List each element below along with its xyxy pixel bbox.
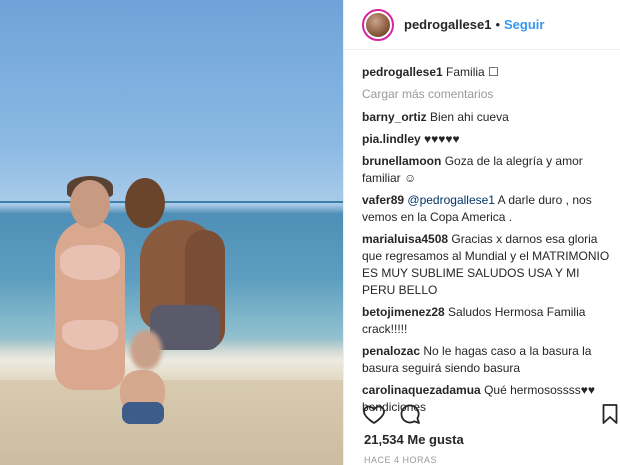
- child-shorts: [122, 402, 164, 424]
- man-head: [125, 178, 165, 228]
- post-header: pedrogallese1 • Seguir: [344, 0, 620, 50]
- caption-username[interactable]: pedrogallese1: [362, 65, 443, 79]
- comment-mention[interactable]: @pedrogallese1: [407, 193, 495, 207]
- comment-icon[interactable]: [398, 402, 422, 426]
- post-timestamp: HACE 4 HORAS: [364, 455, 438, 465]
- comment-item: vafer89 @pedrogallese1 A darle duro , no…: [362, 192, 612, 226]
- post-photo[interactable]: [0, 0, 343, 465]
- comment-item: barny_ortiz Bien ahi cueva: [362, 109, 612, 126]
- comment-item: pia.lindley ♥♥♥♥♥: [362, 131, 612, 148]
- child-head-blurred: [130, 330, 162, 370]
- post-panel: pedrogallese1 • Seguir pedrogallese1 Fam…: [343, 0, 620, 465]
- comment-username[interactable]: penalozac: [362, 344, 420, 358]
- caption-text: Familia ☐: [446, 65, 499, 79]
- comment-username[interactable]: betojimenez28: [362, 305, 445, 319]
- comment-text: ♥♥♥♥♥: [424, 132, 460, 146]
- caption: pedrogallese1 Familia ☐: [362, 64, 612, 81]
- follow-button[interactable]: Seguir: [504, 17, 544, 32]
- avatar[interactable]: [362, 8, 394, 41]
- comment-username[interactable]: barny_ortiz: [362, 110, 427, 124]
- horizon: [0, 201, 343, 203]
- bookmark-icon[interactable]: [598, 402, 620, 426]
- comment-text: Bien ahi cueva: [430, 110, 509, 124]
- comment-username[interactable]: pia.lindley: [362, 132, 421, 146]
- comment-username[interactable]: brunellamoon: [362, 154, 441, 168]
- action-bar: [362, 402, 620, 428]
- bikini-top: [60, 245, 120, 280]
- comment-item: betojimenez28 Saludos Hermosa Familia cr…: [362, 304, 612, 338]
- comment-item: brunellamoon Goza de la alegría y amor f…: [362, 153, 612, 187]
- likes-count[interactable]: 21,534 Me gusta: [364, 432, 464, 447]
- bikini-bottom: [62, 320, 118, 350]
- load-more-comments[interactable]: Cargar más comentarios: [362, 86, 612, 103]
- comment-username[interactable]: marialuisa4508: [362, 232, 448, 246]
- comments-list: pedrogallese1 Familia ☐ Cargar más comen…: [362, 64, 612, 421]
- header-username[interactable]: pedrogallese1: [404, 17, 491, 32]
- comment-item: marialuisa4508 Gracias x darnos esa glor…: [362, 231, 612, 299]
- heart-icon[interactable]: [362, 402, 386, 426]
- comment-username[interactable]: vafer89: [362, 193, 404, 207]
- sand: [0, 380, 343, 465]
- separator-dot: •: [495, 17, 500, 32]
- woman-head: [70, 180, 110, 228]
- comment-item: penalozac No le hagas caso a la basura l…: [362, 343, 612, 377]
- comment-username[interactable]: carolinaquezadamua: [362, 383, 481, 397]
